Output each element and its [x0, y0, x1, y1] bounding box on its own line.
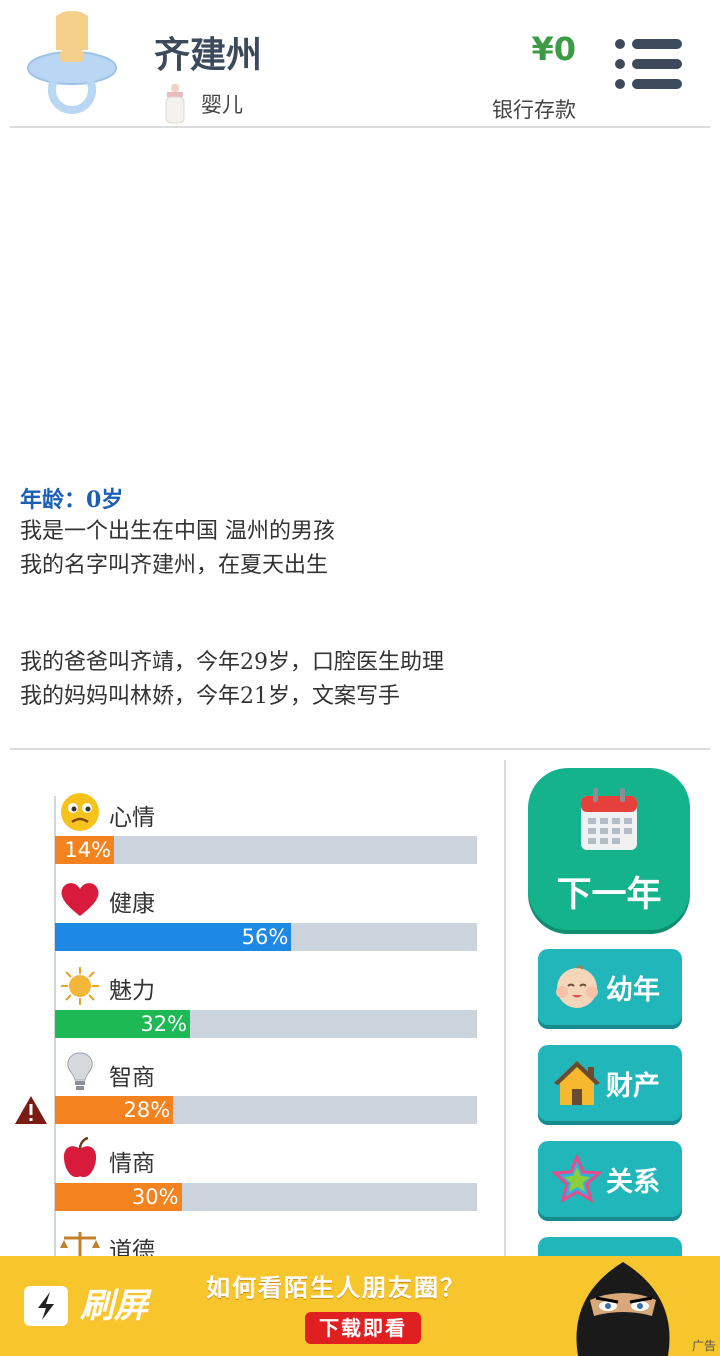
childhood-button[interactable]: 幼年: [538, 949, 682, 1025]
money-value: ¥0: [531, 30, 576, 68]
relations-label: 关系: [606, 1166, 660, 1198]
next-year-label: 下一年: [556, 875, 662, 915]
ad-banner[interactable]: 刷屏 如何看陌生人朋友圈？ 下载即看 广告: [0, 1256, 720, 1356]
pacifier-icon: [27, 11, 117, 114]
health-bar: 56%: [55, 923, 477, 951]
ad-headline: 如何看陌生人朋友圈？: [206, 1274, 466, 1302]
charm-bar-fill: 32%: [55, 1010, 191, 1038]
star-icon: [552, 1155, 602, 1203]
baby-face-icon: [556, 965, 598, 1008]
health-bar-fill: 56%: [55, 923, 292, 951]
stat-label-iq: 智商: [109, 1065, 155, 1091]
header-divider: [10, 126, 710, 128]
story-line: 我的妈妈叫林娇，今年21岁，文案写手: [20, 684, 400, 709]
ad-tag: 广告: [691, 1339, 716, 1353]
avatar[interactable]: [26, 10, 118, 118]
mood-bar-fill: 14%: [55, 836, 115, 864]
stat-label-eq: 情商: [109, 1151, 155, 1177]
eq-percent: 30%: [131, 1185, 179, 1209]
bank-savings-label: 银行存款: [492, 98, 576, 122]
mood-bar: 14%: [55, 836, 477, 864]
stat-label-mood: 心情: [109, 805, 155, 831]
house-icon: [554, 1061, 600, 1105]
health-percent: 56%: [241, 925, 289, 949]
life-stage: 婴儿: [163, 84, 243, 124]
stat-label-charm: 魅力: [109, 978, 155, 1004]
player-name: 齐建州: [154, 35, 263, 76]
stat-label-health: 健康: [109, 891, 155, 917]
calendar-icon: [581, 788, 637, 850]
baby-bottle-icon: [165, 84, 185, 124]
lightbulb-icon: [66, 1052, 94, 1096]
story-line: 我是一个出生在中国 温州的男孩: [20, 519, 335, 544]
story-divider: [10, 748, 710, 750]
mood-percent: 14%: [64, 838, 112, 862]
ninja-illustration-icon: [576, 1262, 670, 1356]
age-heading: 年龄：0岁: [20, 487, 124, 513]
relations-button[interactable]: 关系: [538, 1141, 682, 1217]
childhood-label: 幼年: [606, 974, 660, 1006]
heart-icon: [60, 880, 100, 922]
apple-icon: [62, 1136, 98, 1183]
eq-bar: 30%: [55, 1183, 477, 1211]
story-line: 我的名字叫齐建州，在夏天出生: [20, 553, 329, 578]
story-line: 我的爸爸叫齐靖，今年29岁，口腔医生助理: [20, 650, 444, 675]
warning-icon: [14, 1095, 48, 1129]
sun-icon: [60, 966, 100, 1010]
list-menu-icon: [615, 39, 682, 89]
sad-face-icon: [60, 792, 100, 836]
assets-button[interactable]: 财产: [538, 1045, 682, 1121]
life-stage-label: 婴儿: [201, 93, 243, 117]
next-year-button[interactable]: 下一年: [528, 768, 690, 930]
charm-percent: 32%: [140, 1012, 188, 1036]
iq-bar-fill: 28%: [55, 1096, 174, 1124]
panel-divider: [504, 760, 506, 1260]
menu-button[interactable]: [612, 36, 684, 92]
assets-label: 财产: [606, 1070, 660, 1102]
iq-percent: 28%: [123, 1098, 171, 1122]
charm-bar: 32%: [55, 1010, 477, 1038]
ad-brand: 刷屏: [80, 1286, 148, 1326]
eq-bar-fill: 30%: [55, 1183, 182, 1211]
brand-logo-icon: [24, 1286, 68, 1326]
iq-bar: 28%: [55, 1096, 477, 1124]
ad-download-button[interactable]: 下载即看: [305, 1312, 421, 1344]
